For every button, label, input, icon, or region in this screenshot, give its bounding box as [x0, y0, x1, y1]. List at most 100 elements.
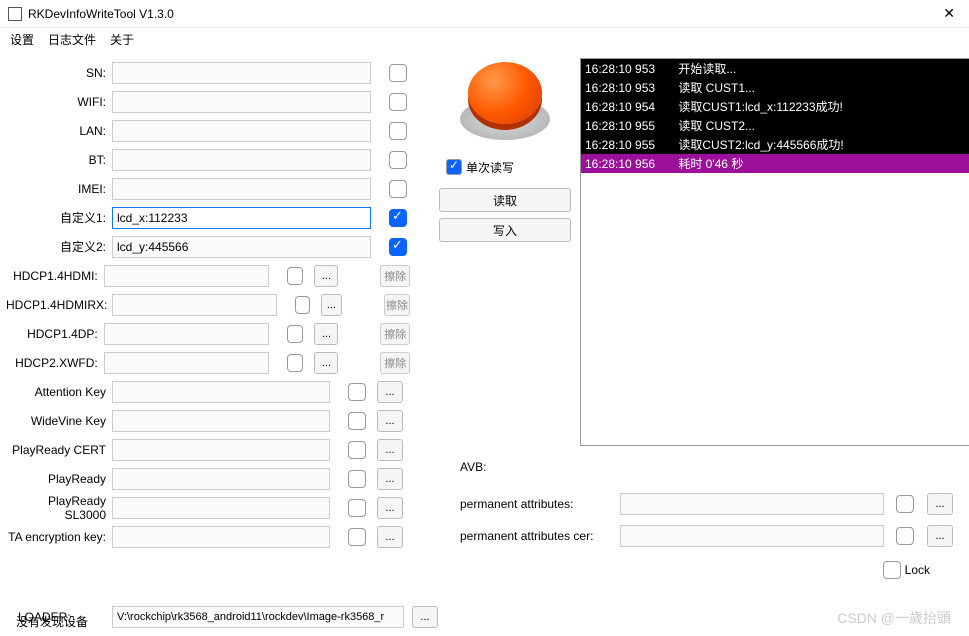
field-row: IMEI:	[6, 174, 410, 203]
field-checkbox[interactable]	[348, 470, 366, 488]
avb-row: permanent attributes cer:...	[460, 520, 969, 552]
avb-input[interactable]	[620, 493, 884, 515]
read-button[interactable]: 读取	[439, 188, 571, 212]
field-checkbox[interactable]	[389, 151, 407, 169]
menu-log[interactable]: 日志文件	[48, 31, 96, 48]
log-line: 16:28:10 956 耗时 0'46 秒	[581, 154, 969, 173]
field-checkbox[interactable]	[287, 354, 304, 372]
field-label: WIFI:	[6, 95, 112, 109]
browse-button[interactable]: ...	[314, 323, 338, 345]
field-input[interactable]	[112, 91, 371, 113]
field-checkbox[interactable]	[348, 441, 366, 459]
browse-button[interactable]: ...	[321, 294, 342, 316]
browse-button[interactable]: ...	[377, 468, 403, 490]
browse-button[interactable]: ...	[314, 352, 338, 374]
log-line: 16:28:10 955 读取 CUST2...	[581, 116, 969, 135]
field-row: PlayReady...	[6, 464, 410, 493]
field-label: TA encryption key:	[6, 530, 112, 544]
erase-button[interactable]: 擦除	[380, 352, 410, 374]
lock-option[interactable]: Lock	[460, 558, 969, 582]
single-rw-checkbox[interactable]	[446, 159, 462, 175]
field-row: HDCP1.4HDMI:... 擦除	[6, 261, 410, 290]
field-input[interactable]	[112, 468, 330, 490]
field-row: PlayReady CERT...	[6, 435, 410, 464]
avb-browse-button[interactable]: ...	[927, 525, 953, 547]
browse-button[interactable]: ...	[377, 410, 403, 432]
avb-browse-button[interactable]: ...	[927, 493, 953, 515]
field-checkbox[interactable]	[348, 528, 366, 546]
field-row: WideVine Key...	[6, 406, 410, 435]
field-checkbox[interactable]	[389, 93, 407, 111]
field-row: BT:	[6, 145, 410, 174]
field-input[interactable]	[112, 381, 330, 403]
field-checkbox[interactable]	[389, 122, 407, 140]
single-rw-option[interactable]: 单次读写	[442, 156, 580, 178]
field-checkbox[interactable]	[348, 412, 366, 430]
field-input[interactable]	[104, 352, 269, 374]
field-input[interactable]	[112, 62, 371, 84]
log-line: 16:28:10 955 读取CUST2:lcd_y:445566成功!	[581, 135, 969, 154]
browse-button[interactable]: ...	[377, 526, 403, 548]
lock-checkbox[interactable]	[883, 561, 901, 579]
browse-button[interactable]: ...	[314, 265, 338, 287]
avb-input[interactable]	[620, 525, 884, 547]
erase-button[interactable]: 擦除	[384, 294, 410, 316]
field-input[interactable]	[104, 265, 269, 287]
field-checkbox[interactable]	[295, 296, 310, 314]
menu-settings[interactable]: 设置	[10, 31, 34, 48]
field-input[interactable]	[112, 439, 330, 461]
field-row: Attention Key...	[6, 377, 410, 406]
field-checkbox[interactable]	[389, 209, 407, 227]
menu-about[interactable]: 关于	[110, 31, 134, 48]
loader-input[interactable]	[112, 606, 404, 628]
avb-checkbox[interactable]	[896, 527, 914, 545]
field-row: 自定义1:	[6, 203, 410, 232]
field-input[interactable]	[112, 120, 371, 142]
field-input[interactable]	[112, 294, 277, 316]
avb-label: permanent attributes:	[460, 497, 620, 511]
avb-checkbox[interactable]	[896, 495, 914, 513]
erase-button[interactable]: 擦除	[380, 323, 410, 345]
write-button[interactable]: 写入	[439, 218, 571, 242]
field-row: PlayReady SL3000...	[6, 493, 410, 522]
field-label: LAN:	[6, 124, 112, 138]
field-row: 自定义2:	[6, 232, 410, 261]
window-title: RKDevInfoWriteTool V1.3.0	[28, 7, 937, 21]
field-input[interactable]	[112, 236, 371, 258]
field-input[interactable]	[112, 207, 371, 229]
browse-button[interactable]: ...	[377, 439, 403, 461]
log-line: 16:28:10 953 开始读取...	[581, 59, 969, 78]
field-input[interactable]	[112, 149, 371, 171]
app-icon	[8, 7, 22, 21]
lock-label: Lock	[905, 563, 930, 577]
field-checkbox[interactable]	[389, 180, 407, 198]
avb-label: permanent attributes cer:	[460, 529, 620, 543]
field-input[interactable]	[112, 410, 330, 432]
loader-browse-button[interactable]: ...	[412, 606, 438, 628]
field-row: HDCP1.4DP:... 擦除	[6, 319, 410, 348]
erase-button[interactable]: 擦除	[380, 265, 410, 287]
field-checkbox[interactable]	[287, 325, 304, 343]
field-label: PlayReady SL3000	[6, 494, 112, 522]
field-checkbox[interactable]	[348, 499, 366, 517]
big-red-button[interactable]	[450, 58, 560, 148]
field-label: HDCP1.4HDMI:	[6, 269, 104, 283]
field-label: BT:	[6, 153, 112, 167]
field-checkbox[interactable]	[389, 238, 407, 256]
field-label: PlayReady CERT	[6, 443, 112, 457]
left-panel: SN:WIFI:LAN:BT:IMEI:自定义1:自定义2:HDCP1.4HDM…	[0, 58, 410, 582]
field-input[interactable]	[104, 323, 269, 345]
field-checkbox[interactable]	[389, 64, 407, 82]
field-input[interactable]	[112, 526, 330, 548]
avb-title: AVB:	[460, 460, 969, 474]
field-row: WIFI:	[6, 87, 410, 116]
browse-button[interactable]: ...	[377, 381, 403, 403]
status-text: 没有发现设备	[16, 613, 88, 630]
field-checkbox[interactable]	[287, 267, 304, 285]
field-input[interactable]	[112, 178, 371, 200]
browse-button[interactable]: ...	[377, 497, 403, 519]
close-button[interactable]: ✕	[937, 5, 961, 22]
field-label: HDCP1.4DP:	[6, 327, 104, 341]
field-checkbox[interactable]	[348, 383, 366, 401]
field-input[interactable]	[112, 497, 330, 519]
